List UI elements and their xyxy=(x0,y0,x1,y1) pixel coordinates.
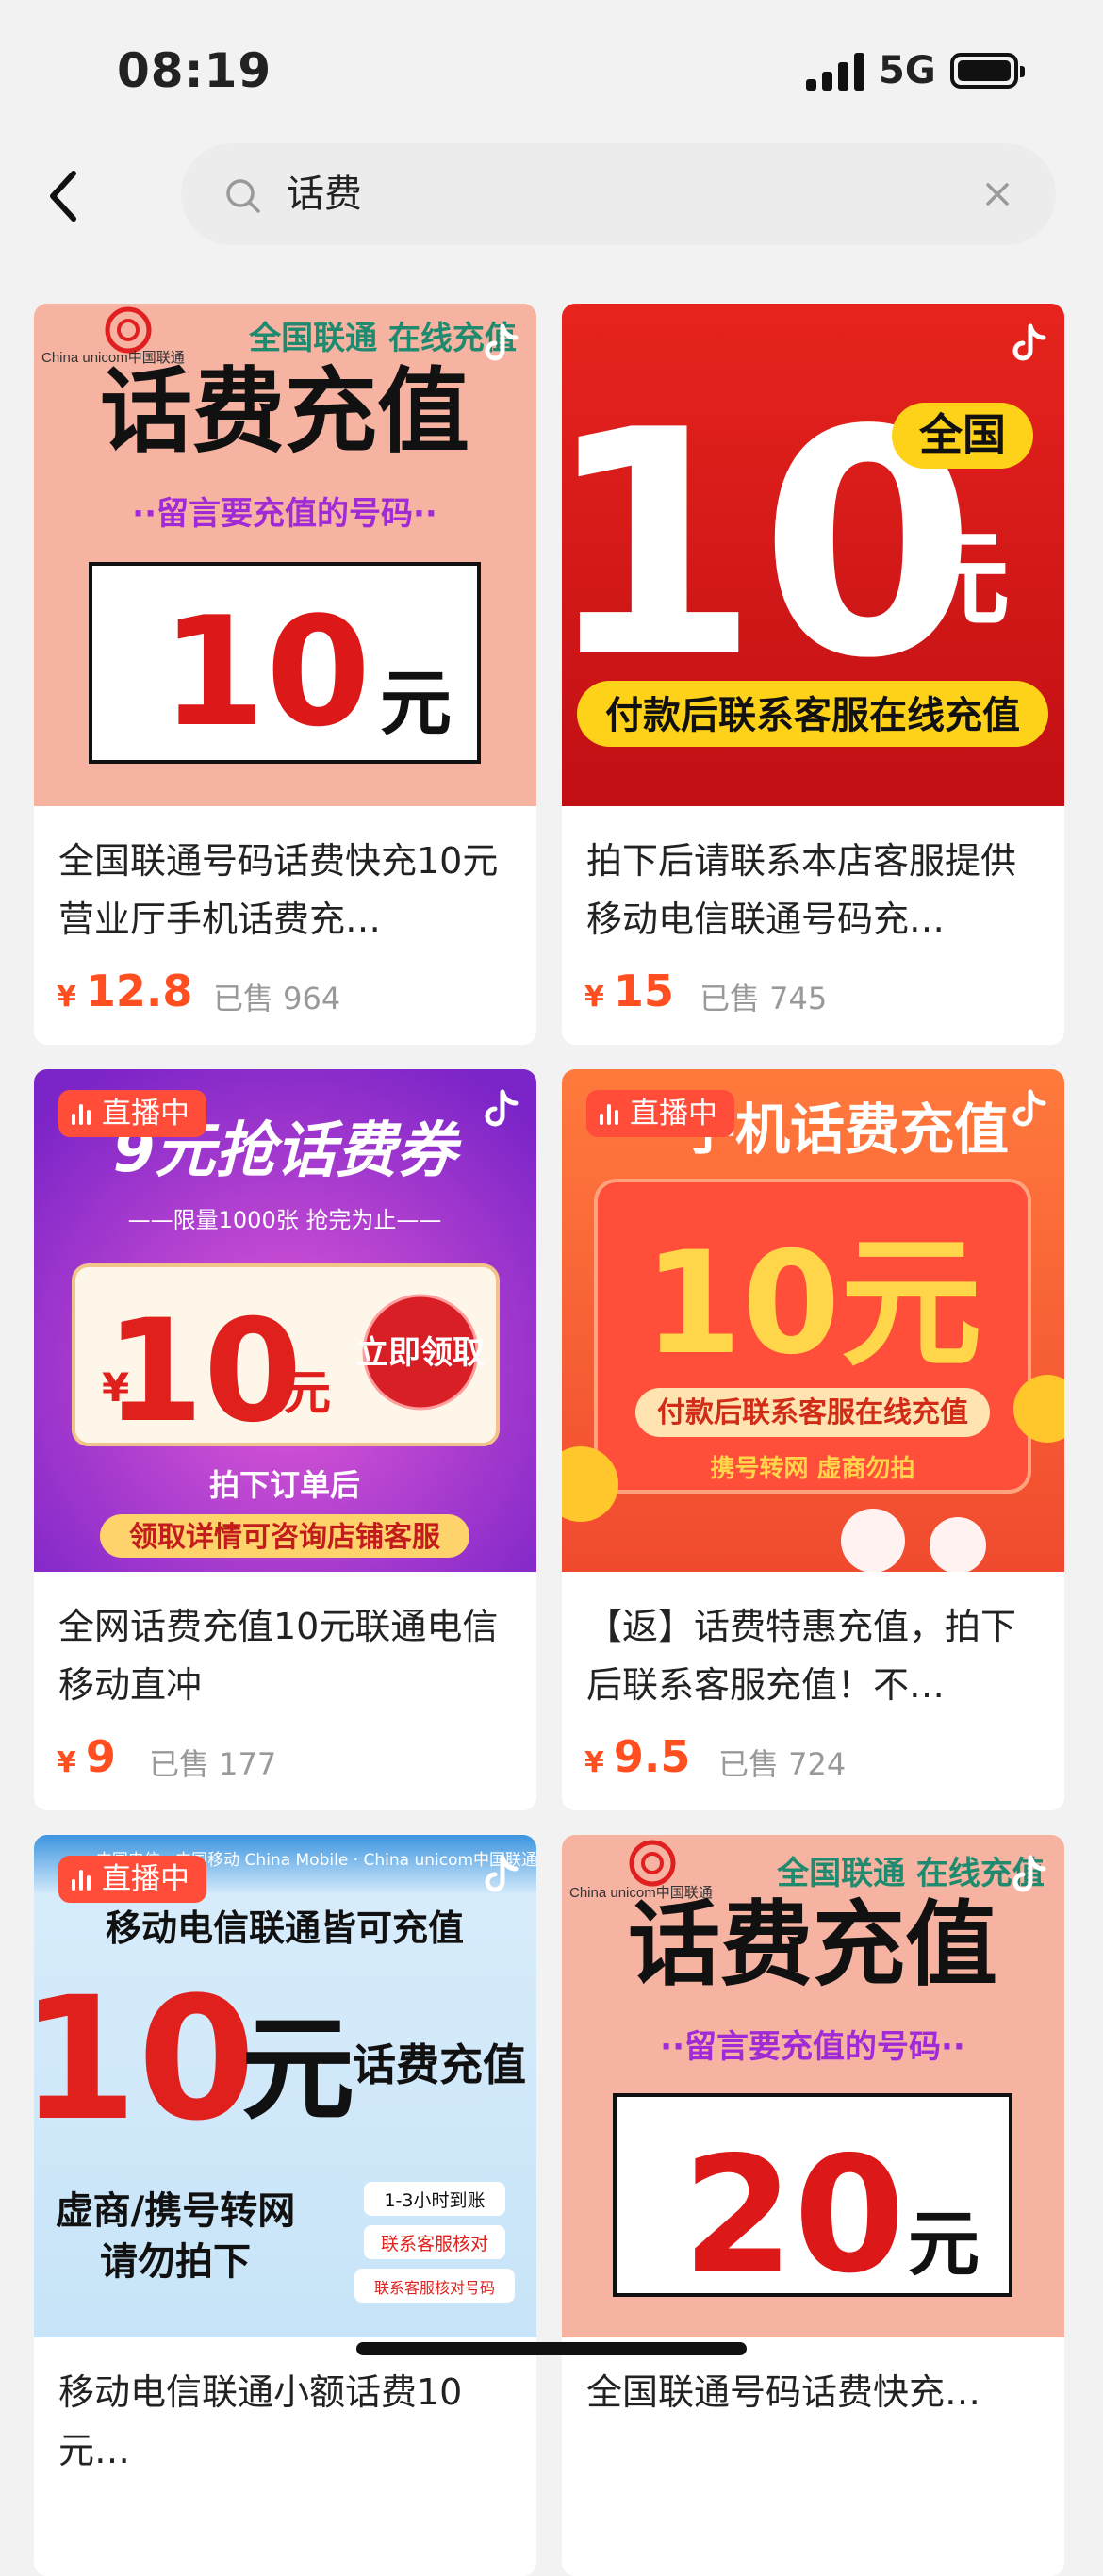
svg-text:全国联通 在线充值: 全国联通 在线充值 xyxy=(248,320,517,357)
svg-text:联系客服核对: 联系客服核对 xyxy=(381,2234,488,2254)
product-image: 中国电信 · 中国移动 China Mobile · China unicom中… xyxy=(34,1835,536,2337)
product-image: China unicom中国联通 全国联通 在线充值 话费充值 ··留言要充值的… xyxy=(34,304,536,806)
svg-text:元: 元 xyxy=(908,2202,980,2286)
svg-text:1-3小时到账: 1-3小时到账 xyxy=(384,2190,485,2211)
svg-text:——限量1000张 抢完为止——: ——限量1000张 抢完为止—— xyxy=(128,1207,442,1233)
product-title: 移动电信联通小额话费10元… xyxy=(58,2371,463,2471)
product-price: ¥15 xyxy=(584,966,674,1016)
product-title: 全网话费充值10元联通电信移动直冲 xyxy=(58,1606,499,1706)
search-query: 话费 xyxy=(287,173,362,216)
live-badge: 直播中 xyxy=(58,1856,206,1903)
product-card[interactable]: 9元抢话费券 ——限量1000张 抢完为止—— ¥ 10 元 立即领取 拍下订单… xyxy=(34,1069,536,1810)
svg-text:10: 10 xyxy=(106,1290,303,1454)
svg-text:领取详情可咨询店铺客服: 领取详情可咨询店铺客服 xyxy=(129,1521,441,1554)
product-title: 【返】话费特惠充值，拍下后联系客服充值！不… xyxy=(586,1606,1017,1706)
product-title: 拍下后请联系本店客服提供移动电信联通号码充… xyxy=(586,840,1017,940)
tiktok-icon xyxy=(1010,1854,1049,1895)
svg-text:全国: 全国 xyxy=(918,409,1006,460)
tiktok-icon xyxy=(482,1088,521,1130)
svg-text:10: 10 xyxy=(161,584,371,760)
search-icon xyxy=(222,175,264,217)
svg-text:付款后联系客服在线充值: 付款后联系客服在线充值 xyxy=(657,1396,968,1429)
svg-text:联系客服核对号码: 联系客服核对号码 xyxy=(374,2279,495,2297)
clear-search-button[interactable] xyxy=(980,177,1014,211)
product-title: 全国联通号码话费快充10元 营业厅手机话费充… xyxy=(58,840,499,940)
svg-text:10: 10 xyxy=(34,1961,255,2158)
sold-count: 已售 724 xyxy=(718,1746,847,1782)
live-badge: 直播中 xyxy=(58,1090,206,1137)
close-icon xyxy=(986,183,1009,206)
svg-text:话费充值: 话费充值 xyxy=(353,2039,526,2090)
product-card[interactable]: 10 全国 元 付款后联系客服在线充值 拍下后请联系本店客服提供移动电信联通号码… xyxy=(562,304,1064,1045)
svg-text:移动电信联通皆可充值: 移动电信联通皆可充值 xyxy=(106,1907,464,1949)
svg-text:全国联通 在线充值: 全国联通 在线充值 xyxy=(776,1855,1045,1892)
svg-text:付款后联系客服在线充值: 付款后联系客服在线充值 xyxy=(605,694,1020,737)
product-image: China unicom中国联通 全国联通 在线充值 话费充值 ··留言要充值的… xyxy=(562,1835,1064,2337)
svg-text:10元: 10元 xyxy=(644,1222,982,1386)
product-image: 10 全国 元 付款后联系客服在线充值 xyxy=(562,304,1064,806)
tiktok-icon xyxy=(482,322,521,364)
network-label: 5G xyxy=(879,49,936,92)
back-button[interactable] xyxy=(43,168,85,224)
product-title: 全国联通号码话费快充… xyxy=(586,2371,981,2413)
product-price: ¥9.5 xyxy=(584,1731,691,1782)
product-card[interactable]: China unicom中国联通 全国联通 在线充值 话费充值 ··留言要充值的… xyxy=(562,1835,1064,2576)
svg-text:元: 元 xyxy=(241,2005,354,2136)
sold-count: 已售 177 xyxy=(149,1746,277,1782)
live-badge: 直播中 xyxy=(586,1090,734,1137)
svg-text:话费充值: 话费充值 xyxy=(100,358,469,466)
sold-count: 已售 745 xyxy=(700,981,828,1016)
status-bar: 08:19 5G xyxy=(0,0,1103,141)
svg-text:携号转网 虚商勿拍: 携号转网 虚商勿拍 xyxy=(710,1454,914,1483)
product-card[interactable]: 中国电信 · 中国移动 China Mobile · China unicom中… xyxy=(34,1835,536,2576)
chevron-left-icon xyxy=(50,171,76,222)
svg-text:拍下订单后: 拍下订单后 xyxy=(209,1467,360,1503)
svg-text:元: 元 xyxy=(284,1365,331,1420)
product-image: 9元抢话费券 ——限量1000张 抢完为止—— ¥ 10 元 立即领取 拍下订单… xyxy=(34,1069,536,1572)
svg-text:20: 20 xyxy=(683,2122,906,2309)
product-card[interactable]: China unicom中国联通 全国联通 在线充值 话费充值 ··留言要充值的… xyxy=(34,304,536,1045)
tiktok-icon xyxy=(1010,1088,1049,1130)
search-input[interactable]: 话费 xyxy=(181,143,1056,245)
svg-text:··留言要充值的号码··: ··留言要充值的号码·· xyxy=(660,2028,965,2066)
product-price: ¥12.8 xyxy=(57,966,193,1016)
svg-text:元: 元 xyxy=(906,519,1010,639)
live-icon xyxy=(72,1868,92,1891)
signal-icon xyxy=(806,53,864,91)
svg-text:话费充值: 话费充值 xyxy=(628,1891,997,1999)
status-time: 08:19 xyxy=(117,43,272,98)
tiktok-icon xyxy=(482,1854,521,1895)
product-price: ¥9 xyxy=(57,1731,116,1782)
home-indicator[interactable] xyxy=(356,2342,747,2355)
svg-text:虚商/携号转网: 虚商/携号转网 xyxy=(56,2189,296,2233)
product-card[interactable]: 手机话费充值 10元 付款后联系客服在线充值 携号转网 虚商勿拍 直播中 【返】… xyxy=(562,1069,1064,1810)
battery-icon xyxy=(950,53,1025,89)
svg-text:··留言要充值的号码··: ··留言要充值的号码·· xyxy=(132,495,437,533)
svg-text:请勿拍下: 请勿拍下 xyxy=(100,2240,251,2284)
live-icon xyxy=(72,1102,92,1125)
svg-text:立即领取: 立即领取 xyxy=(356,1334,485,1372)
svg-text:元: 元 xyxy=(380,661,452,745)
sold-count: 已售 964 xyxy=(213,981,341,1016)
product-image: 手机话费充值 10元 付款后联系客服在线充值 携号转网 虚商勿拍 直播中 xyxy=(562,1069,1064,1572)
tiktok-icon xyxy=(1010,322,1049,364)
live-icon xyxy=(600,1102,620,1125)
